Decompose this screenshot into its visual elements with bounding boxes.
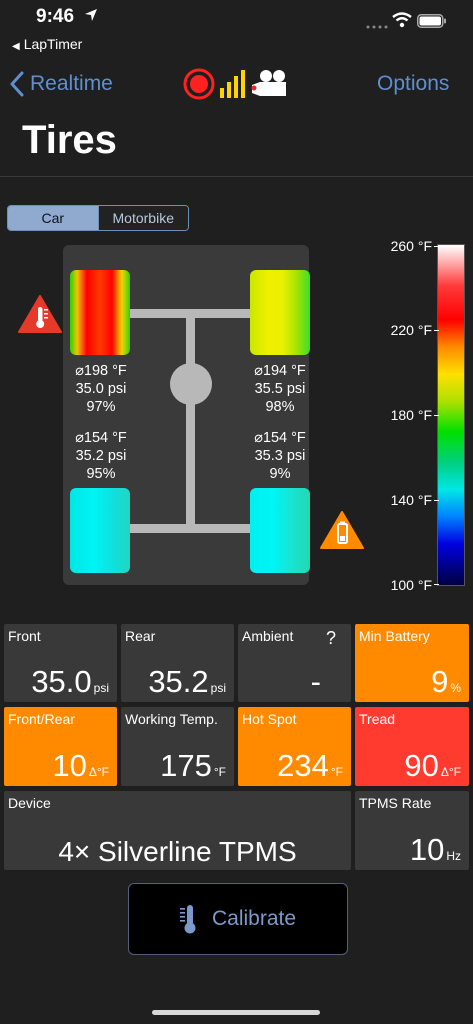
front-axle [128,309,252,318]
cellular-signal-icon [366,25,388,29]
tire-battery: 9% [269,466,291,482]
tire-rear-left-readout: ⌀154 °F 35.2 psi 95% [60,429,142,483]
tile-value: 175 °F [160,748,226,783]
tire-battery: 98% [265,399,295,415]
tire-rear-left[interactable] [70,488,130,573]
realtime-back-button[interactable]: Realtime [10,68,113,100]
tile-label: Front [8,628,41,644]
tire-front-right[interactable] [250,270,310,355]
back-to-app-link[interactable]: ◀ LapTimer [12,36,82,52]
tile-label: Ambient [242,628,294,644]
tile-value: 35.0 psi [31,664,109,699]
scale-label-100: 100 °F [390,577,432,593]
header-divider [0,176,473,177]
tire-front-right-readout: ⌀194 °F 35.5 psi 98% [239,362,321,416]
tile-label: TPMS Rate [359,795,432,811]
tire-front-left-readout: ⌀198 °F 35.0 psi 97% [60,362,142,416]
tire-battery: 95% [86,466,116,482]
scale-label-140: 140 °F [390,492,432,508]
wifi-icon [392,12,412,28]
tire-pressure: 35.2 psi [75,448,127,464]
front-rear-tile[interactable]: Front/Rear 10 Δ°F [4,707,117,786]
location-arrow-icon [85,9,97,21]
tire-pressure: 35.3 psi [254,448,306,464]
tire-temp: ⌀198 °F [75,363,127,379]
tire-rear-right-readout: ⌀154 °F 35.3 psi 9% [239,429,321,483]
tile-label: Tread [359,711,396,727]
tile-value: 10 Hz [409,832,461,867]
battery-icon [417,14,446,28]
tile-value: - [310,664,321,699]
tread-tile[interactable]: Tread 90 Δ°F [355,707,469,786]
scale-tick [434,246,439,247]
segment-motorbike[interactable]: Motorbike [97,206,188,230]
working-temp-tile[interactable]: Working Temp. 175 °F [121,707,234,786]
min-battery-tile[interactable]: Min Battery 9% [355,624,469,702]
tile-label: Rear [125,628,156,644]
chevron-left-icon [10,71,24,97]
scale-label-220: 220 °F [390,322,432,338]
thermometer-icon [179,905,196,934]
device-name: 4× Silverline TPMS [58,836,297,867]
tire-temp: ⌀154 °F [75,430,127,446]
back-label: Realtime [30,72,113,95]
tile-label: Hot Spot [242,711,297,727]
tpms-rate-tile[interactable]: TPMS Rate 10 Hz [355,791,469,870]
vehicle-type-segmented-control[interactable]: Car Motorbike [7,205,189,231]
scale-tick [434,584,439,585]
options-button[interactable]: Options [377,72,449,96]
segment-car[interactable]: Car [8,206,98,230]
hot-spot-tile[interactable]: Hot Spot 234 °F [238,707,351,786]
tire-temp: ⌀154 °F [254,430,306,446]
tire-rear-right[interactable] [250,488,310,573]
scale-label-180: 180 °F [390,407,432,423]
tile-label: Device [8,795,51,811]
device-tile[interactable]: Device 4× Silverline TPMS [4,791,351,870]
front-pressure-tile[interactable]: Front 35.0 psi [4,624,117,702]
scale-tick [434,330,439,331]
recording-status-icons [183,68,286,100]
video-camera-icon [251,70,286,96]
ambient-help-icon[interactable]: ? [326,628,336,649]
back-app-label: LapTimer [23,36,83,52]
tile-label: Min Battery [359,628,430,644]
scale-tick [434,415,439,416]
back-triangle-icon: ◀ [12,41,20,52]
tire-pressure: 35.5 psi [254,381,306,397]
home-indicator[interactable] [152,1010,320,1015]
tile-value: 10 Δ°F [52,748,109,783]
tile-value: 9% [431,664,461,699]
scale-label-260: 260 °F [390,238,432,254]
rear-pressure-tile[interactable]: Rear 35.2 psi [121,624,234,702]
record-icon [183,68,215,100]
tire-front-left[interactable] [70,270,130,355]
tire-pressure: 35.0 psi [75,381,127,397]
differential [170,363,212,405]
ambient-tile[interactable]: Ambient ? - [238,624,351,702]
status-time: 9:46 [36,6,75,27]
tile-value: 35.2 psi [148,664,226,699]
tile-label: Working Temp. [125,711,218,727]
tire-temp: ⌀194 °F [254,363,306,379]
temperature-warning-icon[interactable] [17,294,63,334]
tire-battery: 97% [86,399,116,415]
tile-value: 234 °F [277,748,343,783]
temperature-color-scale [437,244,465,586]
calibrate-button[interactable]: Calibrate [128,883,348,955]
page-title: Tires [22,118,117,162]
signal-strength-icon [220,70,245,98]
calibrate-label: Calibrate [211,907,297,930]
tile-label: Front/Rear [8,711,75,727]
scale-tick [434,500,439,501]
low-battery-warning-icon[interactable] [319,510,365,550]
tile-value: 90 Δ°F [404,748,461,783]
center-shaft [186,318,195,528]
